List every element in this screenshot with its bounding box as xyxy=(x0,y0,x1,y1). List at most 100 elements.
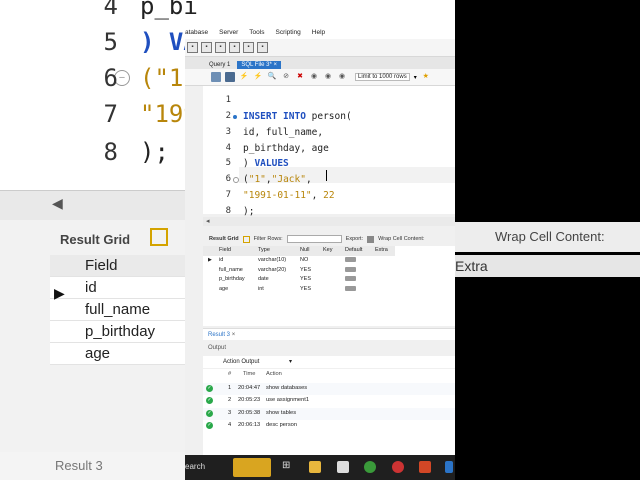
bookmark-icon[interactable]: ★ xyxy=(421,72,431,82)
grid-cell-type[interactable]: int xyxy=(258,286,264,292)
wrap-cell-label: Wrap Cell Content: xyxy=(378,236,425,242)
output-cell-time: 20:04:47 xyxy=(238,385,261,391)
grid-column-header[interactable]: Default xyxy=(345,247,362,253)
task-view-icon[interactable]: ⊞ xyxy=(282,460,294,472)
output-table: # Time Action ✓ 1 20:04:47 show databases ✓ 2… xyxy=(203,369,455,455)
sql-new-icon[interactable]: ▪ xyxy=(187,42,198,53)
grid-cell-default[interactable] xyxy=(345,285,356,293)
filter-rows-input[interactable] xyxy=(286,235,342,243)
file-explorer-icon[interactable] xyxy=(309,461,321,473)
grid-column-header[interactable]: Field xyxy=(219,247,231,253)
grid-column-header[interactable]: Null xyxy=(300,247,309,253)
save-icon[interactable] xyxy=(225,72,235,82)
result-3-tab[interactable]: Result 3 × xyxy=(203,328,455,340)
table-row[interactable]: age int YES xyxy=(203,285,395,295)
grid-cell-default[interactable] xyxy=(345,257,356,264)
explain-icon[interactable]: 🔍 xyxy=(267,72,277,82)
menu-item-tools[interactable]: Tools xyxy=(249,29,264,36)
grid-cell-null[interactable]: YES xyxy=(300,267,311,273)
editor-hscrollbar[interactable]: ◂ xyxy=(203,217,455,226)
sql-editor[interactable]: 1 2 INSERT INTO person(3 id, full_name, 4 p_b… xyxy=(203,86,455,217)
grid-cell-null[interactable]: YES xyxy=(300,276,311,282)
bg-result-grid-label: Result Grid xyxy=(60,232,131,247)
taskbar-search[interactable]: earch xyxy=(185,462,205,471)
inspector-icon[interactable]: ▪ xyxy=(215,42,226,53)
line-number: 2 xyxy=(225,111,231,121)
sql-open-icon[interactable]: ▪ xyxy=(201,42,212,53)
grid-cell-null[interactable]: YES xyxy=(300,286,311,292)
close-icon[interactable]: × xyxy=(273,62,277,68)
chrome-icon[interactable] xyxy=(364,461,376,473)
bg-grid-row: full_name xyxy=(50,299,185,321)
search-table-icon[interactable]: ▪ xyxy=(243,42,254,53)
grid-cell-default[interactable] xyxy=(345,276,356,283)
grid-view-icon[interactable] xyxy=(242,235,250,243)
table-row[interactable]: ▶ id varchar(10) NO xyxy=(203,256,395,266)
output-header-row: # Time Action xyxy=(203,369,455,381)
code-line: ) VALUES xyxy=(243,158,289,169)
code-token: "1" xyxy=(248,174,266,186)
grid-cell-type[interactable]: varchar(20) xyxy=(258,267,286,273)
table-row[interactable]: p_birthday date YES xyxy=(203,275,395,285)
result-grid-tab[interactable]: Result Grid xyxy=(203,236,239,242)
grid-cell-type[interactable]: date xyxy=(258,276,269,282)
output-column-header: # xyxy=(228,371,232,377)
autocommit-icon[interactable]: ◉ xyxy=(337,72,347,82)
workbench-window: atabase Server Tools Scripting Help ▪ ▪ … xyxy=(185,25,455,455)
stop-icon[interactable]: ⊘ xyxy=(281,72,291,82)
output-row[interactable]: ✓ 2 20:05:23 use assignment1 xyxy=(203,395,455,408)
grid-column-header[interactable]: Key xyxy=(323,247,332,253)
grid-cell-type[interactable]: varchar(10) xyxy=(258,257,286,263)
menu-item-help[interactable]: Help xyxy=(312,29,325,36)
output-cell-action: use assignment1 xyxy=(266,397,309,404)
export-icon[interactable] xyxy=(367,235,375,243)
close-icon[interactable]: × xyxy=(232,332,236,338)
menu-bar: atabase Server Tools Scripting Help xyxy=(185,25,455,39)
export-label: Export: xyxy=(345,236,364,242)
bg-grid-row: id xyxy=(50,277,185,299)
code-line: "1991-01-11", 22 xyxy=(243,190,335,201)
reconnect-icon[interactable]: ▪ xyxy=(257,42,268,53)
statement-marker-icon xyxy=(233,115,237,119)
workbench-taskbar-icon[interactable] xyxy=(445,461,453,473)
dropdown-arrow-icon[interactable]: ▾ xyxy=(414,74,417,81)
commit-icon[interactable]: ◉ xyxy=(309,72,319,82)
grid-cell-default[interactable] xyxy=(345,266,356,274)
limit-rows-select[interactable]: Limit to 1000 rows xyxy=(355,73,410,81)
grid-cell-field[interactable]: id xyxy=(219,257,223,263)
grid-column-header[interactable]: Extra xyxy=(375,247,388,253)
bg-wrap-label: Wrap Cell Content: xyxy=(455,222,640,252)
code-token: INSERT INTO xyxy=(243,111,306,122)
grid-column-header[interactable]: Type xyxy=(258,247,270,253)
grid-cell-field[interactable]: p_birthday xyxy=(219,276,245,282)
dropdown-arrow-icon[interactable]: ▾ xyxy=(289,359,292,365)
bg-grid-icon xyxy=(150,228,168,246)
menu-item-scripting[interactable]: Scripting xyxy=(275,29,300,36)
code-token: p_birthday, age xyxy=(243,142,329,154)
scroll-left-icon[interactable]: ◂ xyxy=(206,217,210,225)
grid-cell-field[interactable]: full_name xyxy=(219,267,243,273)
output-row[interactable]: ✓ 3 20:05:38 show tables xyxy=(203,407,455,420)
execute-current-icon[interactable]: ⚡ xyxy=(253,72,263,82)
grid-cell-field[interactable]: age xyxy=(219,286,228,292)
recorder-icon[interactable] xyxy=(392,461,404,473)
execute-icon[interactable]: ⚡ xyxy=(239,72,249,82)
output-row[interactable]: ✓ 4 20:06:13 desc person xyxy=(203,419,455,432)
action-output-select[interactable]: Action Output ▾ xyxy=(203,356,455,368)
output-row[interactable]: ✓ 1 20:04:47 show databases xyxy=(203,383,455,395)
open-folder-icon[interactable] xyxy=(211,72,221,82)
menu-item-database[interactable]: atabase xyxy=(185,29,208,36)
editor-tabs: Query 1 SQL File 3* × xyxy=(185,57,455,69)
menu-item-server[interactable]: Server xyxy=(219,29,238,36)
powerpoint-icon[interactable] xyxy=(419,461,431,473)
rollback-icon[interactable]: ◉ xyxy=(323,72,333,82)
toggle-error-icon[interactable]: ✖ xyxy=(295,72,305,82)
grid-cell-null[interactable]: NO xyxy=(300,257,308,263)
table-icon[interactable]: ▪ xyxy=(229,42,240,53)
tab-sql-file-3[interactable]: SQL File 3* × xyxy=(237,61,281,69)
tab-query-1[interactable]: Query 1 xyxy=(205,61,234,69)
store-icon[interactable] xyxy=(337,461,349,473)
table-row[interactable]: full_name varchar(20) YES xyxy=(203,266,395,276)
bg-grid-row: p_birthday xyxy=(50,321,185,343)
success-check-icon: ✓ xyxy=(206,409,213,417)
